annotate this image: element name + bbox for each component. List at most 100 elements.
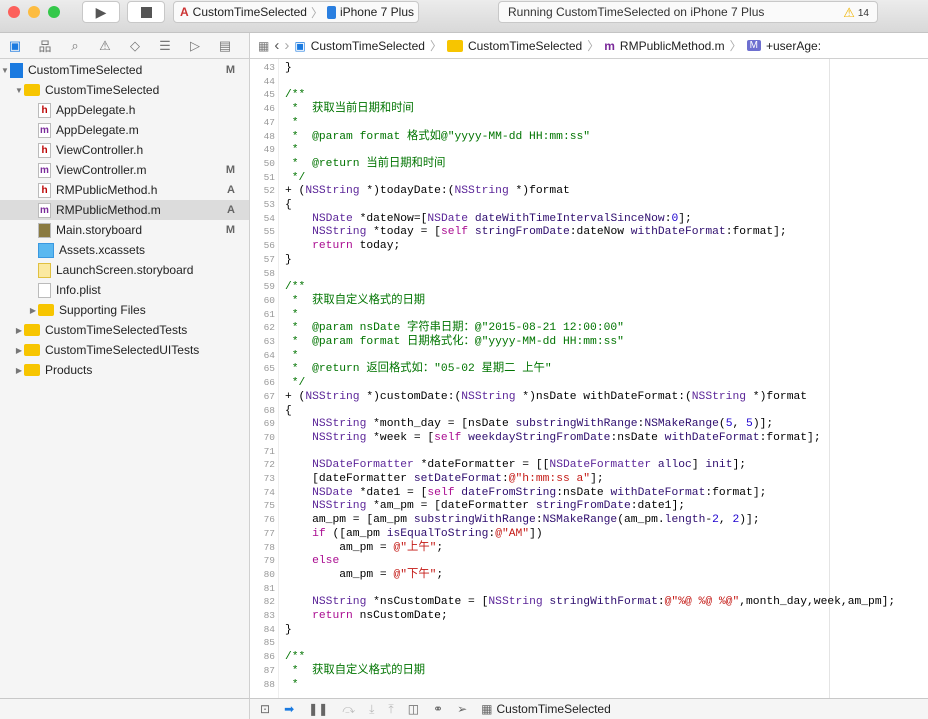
grid-icon[interactable]: ▦ bbox=[258, 39, 269, 53]
navigator-item[interactable]: m ViewController.m M bbox=[0, 160, 249, 180]
step-into-icon[interactable]: ⤓ bbox=[369, 702, 374, 717]
code-text: NSString *week = [self weekdayStringFrom… bbox=[285, 431, 820, 445]
breadcrumb-method[interactable]: +userAge: bbox=[766, 39, 821, 53]
m-file-icon: m bbox=[38, 122, 51, 138]
code-text: * @return 返回格式如："05-02 星期二 上午" bbox=[285, 362, 552, 376]
disclosure-closed-icon[interactable]: ▶ bbox=[14, 326, 24, 335]
disclosure-closed-icon[interactable]: ▶ bbox=[28, 306, 38, 315]
line-number: 85 bbox=[263, 637, 275, 649]
navigator-item[interactable]: ▶ CustomTimeSelectedTests bbox=[0, 320, 249, 340]
code-token: : bbox=[535, 514, 543, 527]
code-text: /** bbox=[285, 280, 305, 294]
navigator-item[interactable]: ▶ Supporting Files bbox=[0, 300, 249, 320]
line-number: 68 bbox=[263, 404, 275, 416]
code-token: ]; bbox=[590, 473, 604, 485]
memory-graph-icon[interactable]: ⚭ bbox=[433, 702, 443, 716]
test-icon[interactable]: ◇ bbox=[120, 38, 150, 54]
location-icon[interactable]: ➢ bbox=[457, 702, 467, 716]
scm-status-badge: A bbox=[227, 184, 235, 196]
line-number: 67 bbox=[263, 390, 275, 402]
breadcrumb-file[interactable]: RMPublicMethod.m bbox=[620, 39, 725, 53]
code-token: * bbox=[285, 116, 299, 129]
navigator-item[interactable]: m AppDelegate.m bbox=[0, 120, 249, 140]
stop-button[interactable] bbox=[127, 1, 165, 23]
code-token: @"上午" bbox=[393, 541, 437, 554]
navigator-item[interactable]: ▼ CustomTimeSelected bbox=[0, 80, 249, 100]
navigator-item[interactable]: Main.storyboard M bbox=[0, 220, 249, 240]
debug-icon[interactable]: ☰ bbox=[150, 38, 180, 54]
debug-target: CustomTimeSelected bbox=[496, 702, 611, 716]
stop-icon bbox=[140, 6, 152, 18]
warning-icon[interactable]: ⚠ bbox=[90, 38, 120, 54]
line-number: 73 bbox=[263, 473, 275, 484]
scheme-selector[interactable]: A CustomTimeSelected 〉 iPhone 7 Plus bbox=[173, 1, 419, 23]
hierarchy-icon[interactable]: 品 bbox=[30, 36, 60, 55]
line-number: 86 bbox=[263, 651, 275, 663]
code-token: isEqualToString bbox=[386, 527, 489, 540]
code-text: * @param format 日期格式化：@"yyyy-MM-dd HH:mm… bbox=[285, 335, 624, 349]
breadcrumb-group[interactable]: CustomTimeSelected bbox=[468, 39, 582, 53]
forward-button[interactable]: › bbox=[284, 37, 289, 54]
code-text: return nsCustomDate; bbox=[285, 609, 448, 623]
source-editor[interactable]: 43} 44 45 /** 46 * 获取当前日期和时间 47 * 48 * @param … bbox=[250, 59, 928, 698]
breakpoints-toggle-icon[interactable]: ➡ bbox=[284, 702, 294, 716]
disclosure-closed-icon[interactable]: ▶ bbox=[14, 346, 24, 355]
breakpoint-icon[interactable]: ▷ bbox=[180, 38, 210, 54]
minimize-window-button[interactable] bbox=[28, 6, 40, 18]
breadcrumb-project[interactable]: CustomTimeSelected bbox=[311, 39, 425, 53]
search-icon[interactable]: ⌕ bbox=[60, 38, 90, 54]
pause-icon[interactable]: ❚❚ bbox=[308, 702, 328, 716]
navigator-item[interactable]: h AppDelegate.h bbox=[0, 100, 249, 120]
code-token: */ bbox=[285, 171, 306, 184]
navigator-item-label: Main.storyboard bbox=[56, 223, 143, 237]
step-over-icon[interactable]: ⤼ bbox=[342, 702, 355, 717]
navigator-item[interactable]: Info.plist bbox=[0, 280, 249, 300]
line-number: 55 bbox=[263, 226, 275, 238]
line-number: 50 bbox=[263, 157, 275, 169]
warnings-badge[interactable]: ⚠ 14 bbox=[843, 5, 869, 21]
code-token: init bbox=[705, 459, 733, 472]
navigator-item[interactable]: ▶ Products bbox=[0, 360, 249, 380]
line-number: 72 bbox=[263, 459, 275, 471]
navigator-item[interactable]: h ViewController.h bbox=[0, 140, 249, 160]
navigator-item[interactable]: ▶ CustomTimeSelectedUITests bbox=[0, 340, 249, 360]
disclosure-closed-icon[interactable]: ▶ bbox=[14, 366, 24, 375]
navigator-item[interactable]: ▼ CustomTimeSelected M bbox=[0, 60, 249, 80]
code-text: * bbox=[285, 116, 299, 130]
navigator-item[interactable]: Assets.xcassets bbox=[0, 240, 249, 260]
code-token: today; bbox=[352, 240, 401, 253]
code-token: /** bbox=[285, 651, 306, 664]
line-number: 62 bbox=[263, 322, 275, 334]
folder-icon[interactable]: ▣ bbox=[0, 38, 30, 54]
hide-debug-area-icon[interactable]: ⊡ bbox=[260, 702, 270, 716]
chevron-right-icon: 〉 bbox=[429, 39, 442, 53]
line-number: 47 bbox=[263, 116, 275, 128]
navigator-item[interactable]: h RMPublicMethod.h A bbox=[0, 180, 249, 200]
code-text: NSString *am_pm = [dateFormatter stringF… bbox=[285, 499, 685, 513]
code-token: , bbox=[718, 514, 733, 527]
code-token: weekdayStringFromDate bbox=[468, 431, 611, 444]
navigator-item[interactable]: m RMPublicMethod.m A bbox=[0, 200, 249, 220]
view-debugger-icon[interactable]: ◫ bbox=[408, 702, 419, 716]
code-token: * 获取当前日期和时间 bbox=[285, 103, 414, 116]
navigator-item[interactable]: LaunchScreen.storyboard bbox=[0, 260, 249, 280]
run-button[interactable]: ▶ bbox=[82, 1, 120, 23]
code-token: * @return 返回格式如："05-02 星期二 上午" bbox=[285, 363, 552, 376]
line-number: 46 bbox=[263, 103, 275, 115]
activity-status: Running CustomTimeSelected on iPhone 7 P… bbox=[498, 1, 878, 23]
report-icon[interactable]: ▤ bbox=[210, 38, 240, 54]
disclosure-open-icon[interactable]: ▼ bbox=[0, 66, 10, 75]
back-button[interactable]: ‹ bbox=[274, 37, 279, 54]
close-window-button[interactable] bbox=[8, 6, 20, 18]
navigator-item-label: AppDelegate.m bbox=[56, 123, 139, 137]
zoom-window-button[interactable] bbox=[48, 6, 60, 18]
code-token: NSMakeRange bbox=[542, 514, 618, 527]
line-number: 70 bbox=[263, 431, 275, 443]
code-text: * bbox=[285, 678, 299, 692]
disclosure-open-icon[interactable]: ▼ bbox=[14, 86, 24, 95]
step-out-icon[interactable]: ⤒ bbox=[388, 702, 393, 717]
